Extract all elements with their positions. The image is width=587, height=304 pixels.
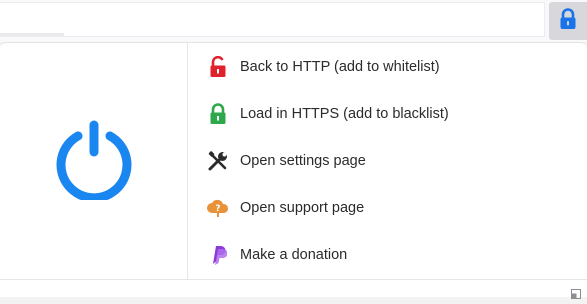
menu-item-label: Open support page: [240, 200, 365, 216]
svg-text:?: ?: [215, 204, 220, 214]
menu-item-donation[interactable]: Make a donation: [188, 233, 587, 277]
lock-icon: [559, 7, 577, 35]
menu-item-label: Open settings page: [240, 153, 366, 169]
paypal-icon: [206, 243, 230, 267]
tools-icon: [206, 149, 230, 173]
menu-item-support[interactable]: ? Open support page: [188, 186, 587, 230]
extension-popup-panel: Back to HTTP (add to whitelist) Load in …: [0, 42, 587, 299]
help-cloud-icon: ?: [206, 196, 230, 220]
menu-item-label: Make a donation: [240, 247, 348, 263]
url-bar[interactable]: [0, 2, 545, 37]
menu-item-back-to-http[interactable]: Back to HTTP (add to whitelist): [188, 45, 587, 89]
url-bar-highlight: [0, 3, 64, 36]
toggle-pane: [0, 43, 188, 279]
menu-item-label: Load in HTTPS (add to blacklist): [240, 106, 449, 122]
panel-footer: [0, 279, 587, 299]
action-menu: Back to HTTP (add to whitelist) Load in …: [188, 43, 587, 279]
unlocked-padlock-icon: [206, 55, 230, 79]
resize-corner-icon[interactable]: [571, 286, 581, 299]
locked-padlock-icon: [206, 102, 230, 126]
extension-button[interactable]: [549, 2, 587, 40]
power-icon[interactable]: [54, 118, 134, 205]
browser-toolbar: [0, 0, 587, 42]
menu-item-settings[interactable]: Open settings page: [188, 139, 587, 183]
menu-item-load-https[interactable]: Load in HTTPS (add to blacklist): [188, 92, 587, 136]
menu-item-label: Back to HTTP (add to whitelist): [240, 59, 440, 75]
